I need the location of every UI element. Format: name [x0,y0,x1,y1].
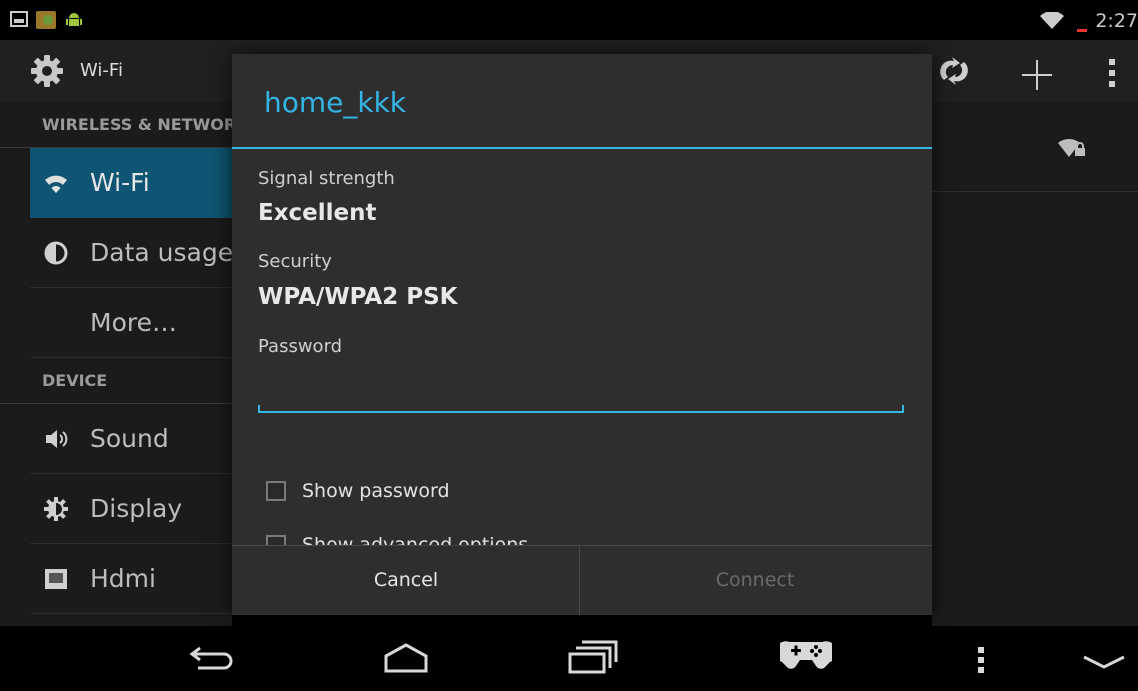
dialog-scroll-clip: Show advanced options [232,524,932,545]
sidebar-item-display[interactable]: Display [30,474,232,544]
recent-apps-icon[interactable] [568,638,620,680]
clock: 2:27 [1095,10,1138,32]
section-header-wireless: WIRELESS & NETWORKS [0,102,232,148]
sidebar-item-label: Sound [90,424,169,453]
android-debug-icon [66,11,82,33]
overflow-menu-icon[interactable] [1108,58,1116,92]
sidebar-item-sound[interactable]: Sound [30,404,232,474]
sidebar-item-label: More… [90,308,177,337]
dialog-title: home_kkk [264,86,407,119]
wifi-network-list [932,102,1138,626]
sidebar-item-label: Hdmi [90,564,156,593]
password-label: Password [258,336,343,357]
add-icon[interactable] [1020,58,1054,96]
network-row[interactable] [932,102,1138,192]
sidebar-item-more[interactable]: More… [30,288,232,358]
screenshot-icon [10,11,28,31]
wifi-icon [44,171,68,195]
data-usage-icon [44,241,68,265]
password-underline-left [258,405,260,413]
sidebar-item-label: Display [90,494,183,523]
hdmi-icon [44,567,68,591]
wifi-locked-icon [1058,136,1086,162]
action-bar-title: Wi-Fi [80,60,123,81]
app-icon [36,11,56,33]
volume-icon [44,427,68,451]
wifi-connect-dialog: home_kkk Signal strength Excellent Secur… [232,54,932,615]
security-value: WPA/WPA2 PSK [258,284,458,310]
show-password-checkbox[interactable] [266,481,286,501]
back-icon[interactable] [188,644,236,676]
sidebar-item-hdmi[interactable]: Hdmi [30,544,232,614]
settings-sidebar: WIRELESS & NETWORKS Wi-Fi Data usage Mor… [0,102,234,626]
button-divider [579,546,580,615]
signal-strength-value: Excellent [258,200,377,226]
home-icon[interactable] [380,642,432,678]
wps-icon[interactable] [938,56,970,90]
dialog-title-divider [232,147,932,149]
brightness-icon [44,497,68,521]
game-controller-icon[interactable] [775,636,837,676]
sidebar-item-label: Data usage [90,238,234,267]
settings-gear-icon[interactable] [30,54,64,92]
show-advanced-label[interactable]: Show advanced options [302,534,528,545]
sidebar-item-label: Wi-Fi [90,168,150,197]
security-label: Security [258,251,332,272]
password-field[interactable] [258,369,904,409]
sidebar-item-data-usage[interactable]: Data usage [30,218,234,288]
show-password-label[interactable]: Show password [302,480,450,502]
password-underline-right [902,405,904,413]
sidebar-item-wifi[interactable]: Wi-Fi [30,148,232,218]
section-header-device: DEVICE [0,358,232,404]
status-bar: 2:27 [0,0,1138,40]
hide-keyboard-icon[interactable] [1082,654,1126,674]
wifi-signal-icon [1040,11,1064,34]
battery-low-icon [1077,10,1087,36]
system-nav-bar [0,626,1138,691]
overflow-menu-icon[interactable] [977,646,985,678]
show-advanced-checkbox[interactable] [266,535,286,545]
cancel-button[interactable]: Cancel [232,546,580,615]
signal-strength-label: Signal strength [258,168,395,189]
password-underline [258,411,904,413]
connect-button[interactable]: Connect [581,546,929,615]
dialog-button-bar: Cancel Connect [232,545,932,615]
